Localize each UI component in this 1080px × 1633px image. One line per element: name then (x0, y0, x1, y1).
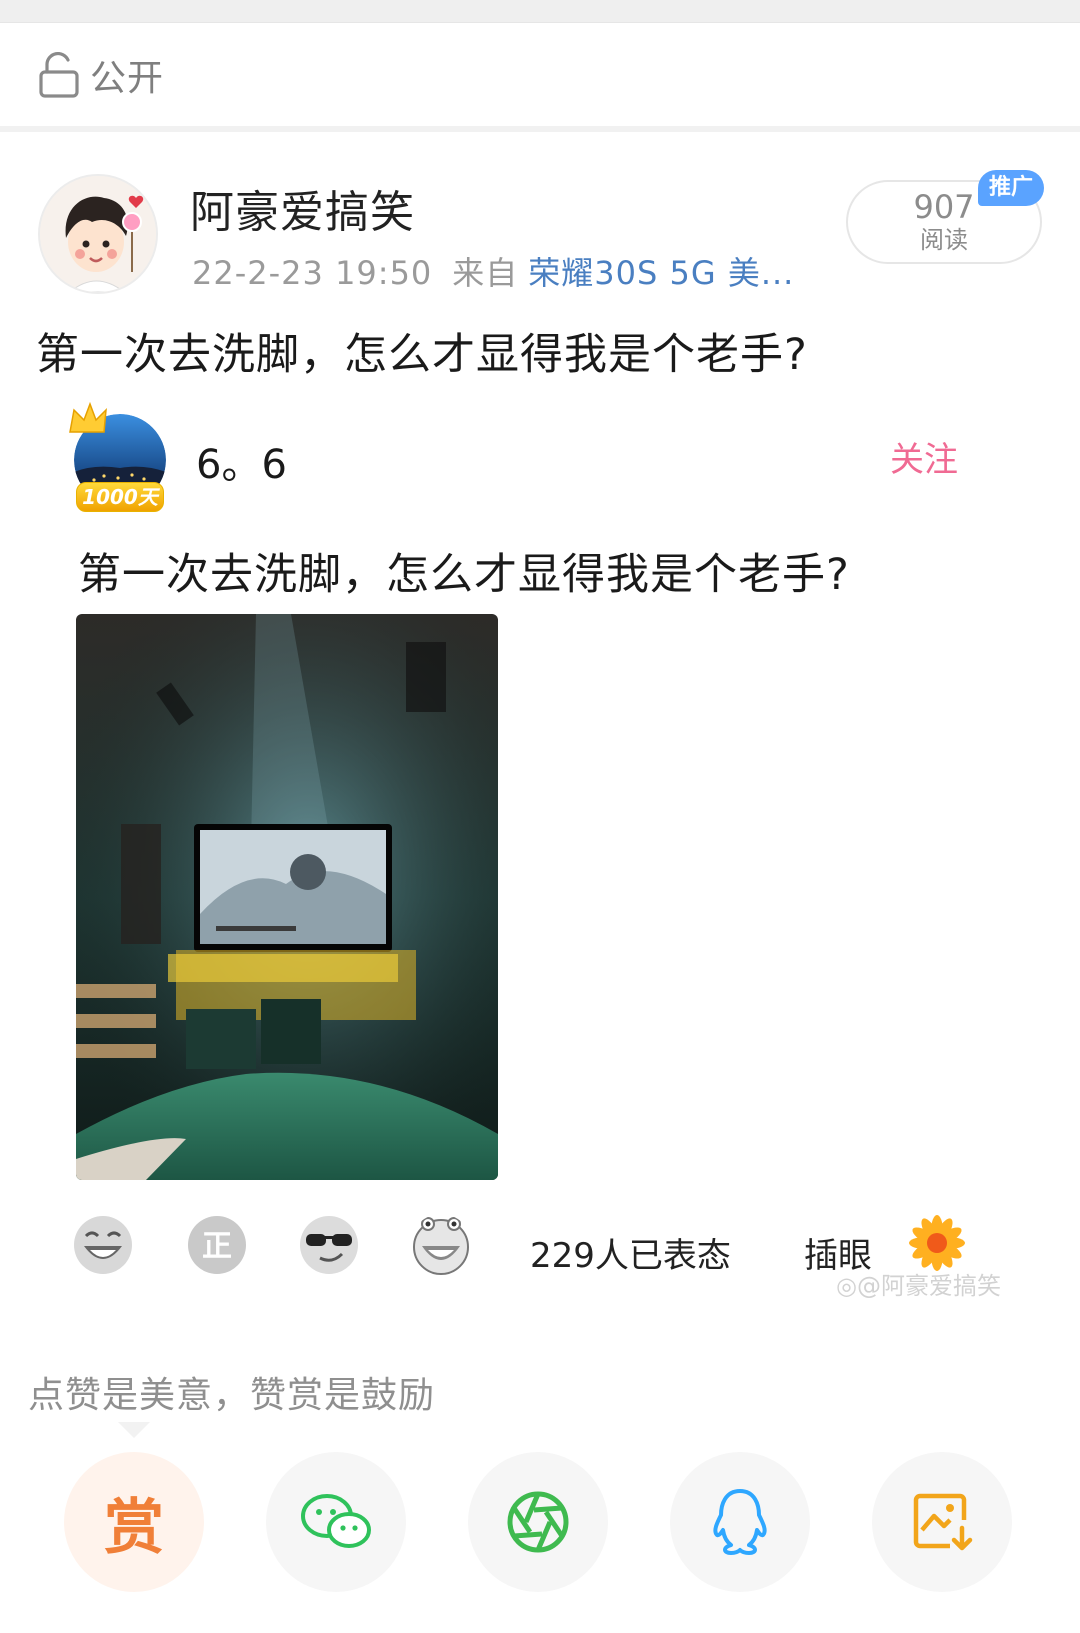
sunglasses-face-icon[interactable] (298, 1214, 360, 1276)
post-text: 第一次去洗脚，怎么才显得我是个老手? (36, 330, 808, 380)
dark-room-tv-photo (76, 614, 498, 1180)
moments-share-button[interactable] (468, 1452, 608, 1592)
reward-tip: 点赞是美意，赞赏是鼓励 (28, 1375, 436, 1416)
source-prefix: 来自 (452, 254, 519, 292)
author-avatar[interactable] (38, 174, 158, 294)
wechat-icon (301, 1494, 371, 1548)
reaction-count[interactable]: 229人已表态 (530, 1228, 731, 1277)
grinning-face-icon[interactable] (410, 1214, 472, 1276)
save-image-icon (913, 1493, 973, 1551)
divider (0, 126, 1080, 132)
crown-badge-icon (69, 402, 107, 433)
visibility-row[interactable]: 公开 (0, 23, 1080, 127)
weibo-logo-icon: ◎ (836, 1272, 857, 1300)
promo-badge[interactable]: 推广 (978, 170, 1044, 206)
reward-label: 赏 (104, 1492, 164, 1563)
qq-icon (713, 1489, 767, 1555)
cartoon-boy-avatar-icon (40, 176, 156, 292)
qq-share-button[interactable] (670, 1452, 810, 1592)
top-strip (0, 0, 1080, 23)
moments-icon (507, 1491, 569, 1553)
zheng-face-icon[interactable]: 正 (186, 1214, 248, 1276)
reads-label: 阅读 (920, 226, 968, 254)
repost-text: 第一次去洗脚，怎么才显得我是个老手? (78, 550, 850, 600)
weibo-watermark: ◎@阿豪爱搞笑 (836, 1272, 1001, 1300)
laughing-face-icon[interactable] (72, 1214, 134, 1276)
visibility-label: 公开 (90, 58, 165, 99)
source-device[interactable]: 荣耀30S 5G 美... (528, 254, 794, 292)
post-time: 22-2-23 19:50 (192, 254, 433, 292)
reward-button[interactable]: 赏 (64, 1452, 204, 1592)
flower-icon (909, 1215, 965, 1271)
author-name[interactable]: 阿豪爱搞笑 (190, 176, 415, 240)
save-image-button[interactable] (872, 1452, 1012, 1592)
days-badge: 1000天 (76, 482, 164, 512)
follow-button[interactable]: 关注 (890, 432, 958, 481)
wechat-share-button[interactable] (266, 1452, 406, 1592)
svg-text:正: 正 (202, 1229, 232, 1264)
unlock-icon (39, 52, 79, 98)
post-photo[interactable] (76, 614, 498, 1180)
post-meta: 22-2-23 19:50 来自 荣耀30S 5G 美... (192, 248, 794, 294)
repost-author[interactable]: 6。6 (196, 432, 287, 490)
tip-caret (118, 1422, 150, 1438)
